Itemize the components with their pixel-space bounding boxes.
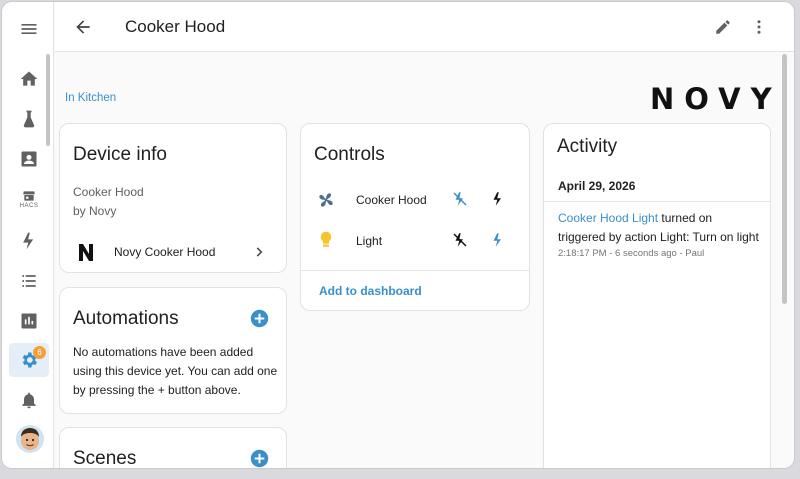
sidebar-item-hacs[interactable]: HACS (9, 182, 49, 216)
integration-row[interactable]: Novy Cooker Hood (60, 238, 286, 268)
controls-divider (301, 270, 529, 271)
automations-empty-text: No automations have been added using thi… (73, 345, 278, 397)
scenes-title: Scenes (73, 448, 137, 468)
activity-action: turned on (658, 211, 713, 225)
device-manufacturer: by Novy (73, 204, 117, 218)
fan-icon (319, 193, 333, 207)
sidebar-item-people[interactable] (9, 142, 49, 176)
app-window: HACS 6 Cooker Hood In Kitchen NOVY Devic… (2, 2, 794, 468)
activity-date: April 29, 2026 (558, 179, 636, 193)
device-model: Cooker Hood (73, 185, 144, 199)
area-link[interactable]: In Kitchen (65, 92, 116, 104)
home-icon (20, 71, 38, 86)
flask-icon (23, 110, 35, 128)
controls-card: Controls Cooker Hood Light Add to dashbo… (300, 123, 530, 311)
automations-card: Automations No automations have been add… (59, 287, 287, 414)
novy-n-icon (79, 244, 93, 261)
bulb-icon (320, 231, 332, 247)
flash-icon[interactable] (489, 231, 507, 249)
sidebar-item-overview[interactable] (9, 62, 49, 96)
contacts-icon (21, 151, 37, 167)
sidebar-scrollbar[interactable] (46, 54, 50, 146)
page-title: Cooker Hood (125, 17, 226, 36)
activity-divider (544, 201, 770, 202)
activity-entity-link[interactable]: Cooker Hood Light (558, 211, 658, 225)
flash-off-icon[interactable] (451, 190, 469, 208)
device-info-title: Device info (73, 144, 167, 165)
pencil-icon[interactable] (714, 18, 732, 36)
integration-label: Novy Cooker Hood (114, 245, 216, 259)
energy-icon (23, 232, 34, 250)
entity-row-cooker-hood[interactable]: Cooker Hood (301, 186, 529, 214)
user-avatar-icon (21, 428, 39, 450)
menu-icon (21, 24, 37, 34)
notification-badge: 6 (33, 346, 46, 359)
brand-logo: NOVY (650, 82, 782, 116)
sidebar-item-history[interactable] (9, 304, 49, 338)
sidebar: HACS 6 (2, 2, 54, 468)
scenes-card: Scenes (59, 427, 287, 468)
chart-icon (21, 313, 37, 329)
flash-off-icon[interactable] (451, 231, 469, 249)
flash-icon[interactable] (489, 190, 507, 208)
add-to-dashboard-button[interactable]: Add to dashboard (319, 284, 422, 298)
entity-name: Light (356, 234, 383, 248)
sidebar-item-energy[interactable] (9, 224, 49, 258)
menu-button[interactable] (9, 12, 49, 46)
store-icon (23, 191, 35, 201)
list-icon (22, 275, 36, 287)
sidebar-item-settings[interactable]: 6 (9, 343, 49, 377)
activity-title: Activity (557, 136, 618, 157)
sidebar-item-notifications[interactable] (9, 383, 49, 417)
activity-entry: Cooker Hood Light turned on triggered by… (558, 209, 763, 259)
top-app-bar: Cooker Hood (55, 2, 794, 52)
controls-title: Controls (314, 144, 385, 165)
activity-card: Activity April 29, 2026 Cooker Hood Ligh… (543, 123, 771, 468)
avatar[interactable] (16, 425, 44, 453)
main-scrollbar[interactable] (782, 54, 787, 304)
more-vertical-icon[interactable] (750, 18, 768, 36)
sidebar-item-lab[interactable] (9, 102, 49, 136)
add-scene-icon[interactable] (250, 449, 269, 468)
automations-title: Automations (73, 308, 179, 329)
activity-meta: 2:18:17 PM - 6 seconds ago - Paul (558, 248, 705, 259)
hacs-label: HACS (19, 203, 39, 209)
bell-icon (22, 392, 36, 409)
sidebar-item-logbook[interactable] (9, 264, 49, 298)
entity-row-light[interactable]: Light (301, 227, 529, 255)
entity-name: Cooker Hood (356, 193, 427, 207)
add-automation-icon[interactable] (250, 309, 269, 328)
activity-trigger: triggered by action Light: Turn on light (558, 230, 759, 244)
chevron-right-icon (256, 247, 263, 257)
back-arrow-icon[interactable] (73, 17, 93, 37)
device-info-card: Device info Cooker Hood by Novy Novy Coo… (59, 123, 287, 273)
